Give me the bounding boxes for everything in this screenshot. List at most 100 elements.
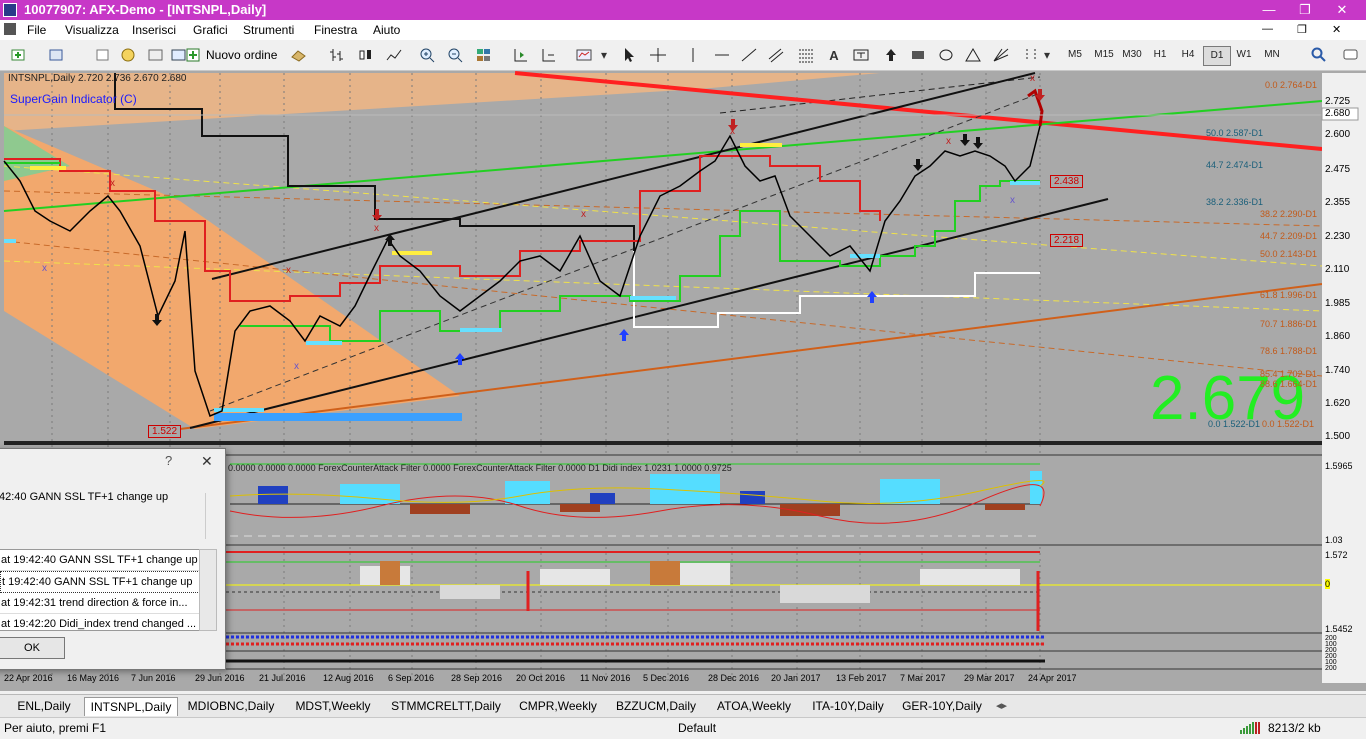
cursor-icon[interactable]	[619, 45, 641, 65]
autoscroll-icon[interactable]	[538, 45, 560, 65]
tab-cmpr[interactable]: CMPR,Weekly	[512, 697, 604, 715]
close-dialog-button[interactable]: ✕	[201, 453, 213, 470]
market-watch-icon[interactable]	[92, 45, 114, 65]
sub2-scale: 0	[1325, 579, 1331, 589]
restore-button[interactable]: ❐	[1288, 0, 1322, 20]
svg-text:x: x	[374, 223, 379, 234]
search-icon[interactable]	[1308, 45, 1330, 65]
zoom-out-icon[interactable]	[445, 45, 467, 65]
sub3-dots	[226, 635, 1045, 646]
date-tick: 28 Dec 2016	[708, 673, 760, 683]
date-tick: 5 Dec 2016	[643, 673, 690, 683]
mdi-minimize-button[interactable]: —	[1262, 23, 1273, 35]
menu-view[interactable]: Visualizza	[65, 23, 119, 37]
alert-row[interactable]: at 19:42:20 Didi_index trend changed ...	[0, 614, 206, 630]
arrow-mark-icon[interactable]	[880, 45, 902, 65]
tf-m30[interactable]: M30	[1119, 46, 1145, 64]
tab-intsnpl[interactable]: INTSNPL,Daily	[84, 697, 178, 716]
vertical-line-icon[interactable]	[682, 45, 704, 65]
svg-text:x: x	[1030, 73, 1035, 84]
tf-h1[interactable]: H1	[1147, 46, 1173, 64]
mdi-restore-button[interactable]: ❐	[1297, 23, 1307, 36]
candlestick-icon[interactable]	[355, 45, 377, 65]
chat-icon[interactable]	[1340, 45, 1362, 65]
new-chart-icon[interactable]	[8, 45, 30, 65]
tf-mn[interactable]: MN	[1259, 46, 1285, 64]
tab-mdst[interactable]: MDST,Weekly	[288, 697, 378, 715]
fib-label: 50.0 2.587-D1	[1206, 128, 1264, 138]
tf-h4[interactable]: H4	[1175, 46, 1201, 64]
crosshair-icon[interactable]	[647, 45, 669, 65]
price-box-red: 2.218	[1050, 234, 1084, 247]
more-tools-icon[interactable]: ▾	[1036, 45, 1058, 65]
mdi-close-button[interactable]: ✕	[1332, 23, 1341, 36]
trendline-icon[interactable]	[738, 45, 760, 65]
minimize-button[interactable]: —	[1252, 0, 1286, 20]
tabs-scroll-icon[interactable]: ◂▸	[996, 699, 1007, 712]
svg-text:x: x	[286, 265, 291, 276]
menu-bar: File Visualizza Inserisci Grafici Strume…	[0, 20, 1366, 40]
price-tick: 2.230	[1325, 231, 1351, 242]
tf-m15[interactable]: M15	[1091, 46, 1117, 64]
fib-label: 44.7 2.209-D1	[1260, 231, 1318, 241]
tab-ita10y[interactable]: ITA-10Y,Daily	[804, 697, 892, 715]
ok-button[interactable]: OK	[0, 637, 65, 659]
rectangle-tool-icon[interactable]	[907, 45, 929, 65]
price-box-red: 2.438	[1050, 175, 1084, 188]
price-tick: 1.985	[1325, 298, 1351, 309]
tf-d1[interactable]: D1	[1203, 46, 1231, 66]
price-tick: 2.600	[1325, 129, 1351, 140]
ellipse-tool-icon[interactable]	[935, 45, 957, 65]
text-tool-button[interactable]: A	[823, 45, 845, 65]
channel-icon[interactable]	[765, 45, 787, 65]
navigator-icon[interactable]	[118, 45, 140, 65]
list-scrollbar[interactable]	[199, 549, 217, 631]
gann-tool-icon[interactable]	[990, 45, 1012, 65]
tab-mdiobnc[interactable]: MDIOBNC,Daily	[180, 697, 282, 715]
date-tick: 29 Jun 2016	[195, 673, 245, 683]
close-window-button[interactable]: ✕	[1325, 0, 1359, 20]
fib-label: 38.2 2.336-D1	[1206, 197, 1264, 207]
alert-row[interactable]: at 19:42:40 GANN SSL TF+1 change up	[0, 550, 206, 571]
fibonacci-icon[interactable]	[795, 45, 817, 65]
menu-window[interactable]: Finestra	[314, 23, 357, 37]
date-tick: 29 Mar 2017	[964, 673, 1015, 683]
sub1-scale: 1.03	[1325, 535, 1343, 545]
help-button[interactable]: ?	[165, 453, 172, 468]
terminal-icon[interactable]	[145, 45, 167, 65]
tf-w1[interactable]: W1	[1231, 46, 1257, 64]
sub2-scale: 1.572	[1325, 550, 1348, 560]
tab-enl[interactable]: ENL,Daily	[6, 697, 82, 715]
menu-charts[interactable]: Grafici	[193, 23, 228, 37]
price-tick: 1.500	[1325, 431, 1351, 442]
horizontal-line-icon[interactable]	[711, 45, 733, 65]
tab-atoa[interactable]: ATOA,Weekly	[710, 697, 798, 715]
indicators-icon[interactable]	[573, 45, 595, 65]
indicators-dropdown-icon[interactable]: ▾	[593, 45, 615, 65]
bar-chart-icon[interactable]	[326, 45, 348, 65]
tile-windows-icon[interactable]	[473, 45, 495, 65]
text-label-icon[interactable]	[850, 45, 872, 65]
menu-tools[interactable]: Strumenti	[243, 23, 294, 37]
alert-row[interactable]: t 19:42:40 GANN SSL TF+1 change up	[0, 571, 206, 593]
tf-m5[interactable]: M5	[1062, 46, 1088, 64]
menu-file[interactable]: File	[27, 23, 46, 37]
new-order-button[interactable]: Nuovo ordine	[186, 45, 277, 65]
tab-stmmcreltt[interactable]: STMMCRELTT,Daily	[384, 697, 508, 715]
alert-row[interactable]: at 19:42:31 trend direction & force in..…	[0, 593, 206, 614]
menu-insert[interactable]: Inserisci	[132, 23, 176, 37]
status-traffic: 8213/2 kb	[1268, 721, 1321, 735]
autotrading-icon[interactable]	[288, 45, 310, 65]
menu-help[interactable]: Aiuto	[373, 23, 400, 37]
zoom-in-icon[interactable]	[417, 45, 439, 65]
chart-shift-icon[interactable]	[510, 45, 532, 65]
mdi-child-icon[interactable]	[4, 23, 16, 35]
tab-bzzucm[interactable]: BZZUCM,Daily	[608, 697, 704, 715]
profiles-icon[interactable]	[46, 45, 68, 65]
price-box-red: 1.522	[148, 425, 182, 438]
tab-ger10y[interactable]: GER-10Y,Daily	[896, 697, 988, 715]
triangle-tool-icon[interactable]	[962, 45, 984, 65]
line-chart-icon[interactable]	[383, 45, 405, 65]
message-scrollbar[interactable]	[205, 493, 218, 539]
alert-list[interactable]: at 19:42:40 GANN SSL TF+1 change up t 19…	[0, 549, 207, 631]
